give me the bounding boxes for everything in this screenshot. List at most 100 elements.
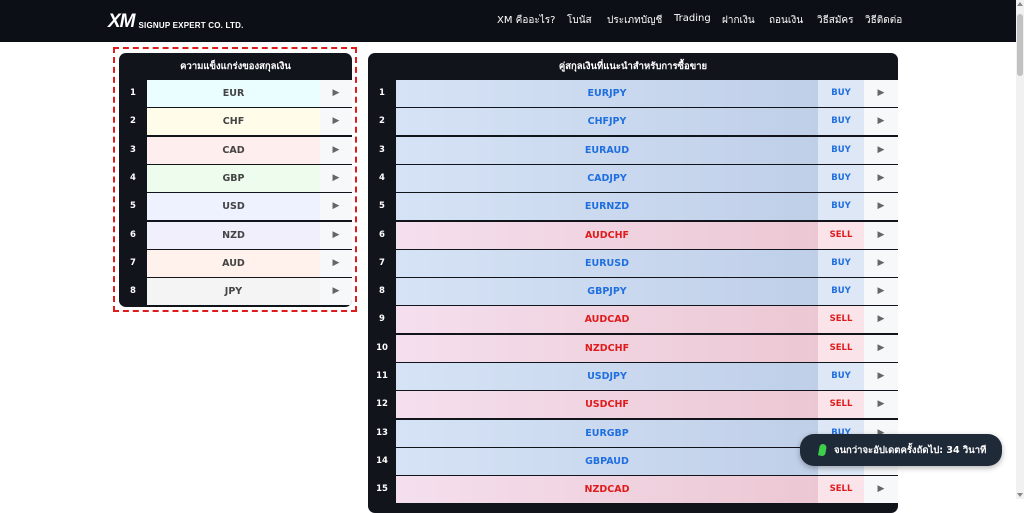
play-arrow-icon[interactable]: ▶ [864, 108, 898, 136]
currency-pair-row[interactable]: 4 CADJPY BUY ▶ [368, 164, 898, 192]
rank-number: 4 [368, 164, 396, 192]
currency-pair-row[interactable]: 8 GBPJPY BUY ▶ [368, 278, 898, 306]
currency-pair: CADJPY [396, 164, 818, 192]
play-arrow-icon[interactable]: ▶ [864, 221, 898, 249]
play-arrow-icon[interactable]: ▶ [864, 136, 898, 164]
play-arrow-icon[interactable]: ▶ [320, 136, 352, 164]
currency-code: JPY [147, 278, 320, 306]
play-arrow-icon[interactable]: ▶ [320, 108, 352, 136]
currency-code: EUR [147, 80, 320, 107]
play-arrow-icon[interactable]: ▶ [864, 193, 898, 221]
nav-item-how-to-register[interactable]: วิธีสมัคร [817, 13, 853, 28]
play-arrow-icon[interactable]: ▶ [864, 80, 898, 107]
play-arrow-icon[interactable]: ▶ [864, 164, 898, 192]
rank-number: 6 [368, 221, 396, 249]
rank-number: 2 [119, 108, 147, 136]
rank-number: 7 [119, 249, 147, 277]
rank-number: 10 [368, 334, 396, 362]
currency-pair: EURJPY [396, 80, 818, 107]
play-arrow-icon[interactable]: ▶ [864, 249, 898, 277]
currency-strength-row[interactable]: 6 NZD ▶ [119, 221, 352, 249]
rank-number: 5 [368, 193, 396, 221]
currency-code: USD [147, 193, 320, 221]
nav-item-contact[interactable]: วิธีติดต่อ [865, 13, 902, 28]
buy-badge: BUY [818, 363, 864, 390]
currency-pair-row[interactable]: 5 EURNZD BUY ▶ [368, 193, 898, 221]
recommended-pairs-title: คู่สกุลเงินที่แนะนำสำหรับการซื้อขาย [558, 61, 708, 72]
currency-pair-row[interactable]: 12 USDCHF SELL ▶ [368, 391, 898, 419]
scroll-down-icon[interactable] [1017, 493, 1023, 497]
top-navigation-bar: XM SIGNUP EXPERT CO. LTD. XM คืออะไร? โบ… [0, 0, 1016, 42]
rank-number: 8 [368, 278, 396, 306]
nav-item-what-is-xm[interactable]: XM คืออะไร? [497, 13, 555, 28]
nav-item-account-types[interactable]: ประเภทบัญชี [607, 13, 662, 28]
play-arrow-icon[interactable]: ▶ [864, 334, 898, 362]
rank-number: 15 [368, 476, 396, 504]
sell-badge: SELL [818, 391, 864, 419]
nav-item-deposit[interactable]: ฝากเงิน [722, 13, 755, 28]
currency-strength-row[interactable]: 4 GBP ▶ [119, 164, 352, 192]
currency-strength-row[interactable]: 8 JPY ▶ [119, 278, 352, 306]
currency-pair-row[interactable]: 1 EURJPY BUY ▶ [368, 80, 898, 107]
currency-pair-row[interactable]: 11 USDJPY BUY ▶ [368, 363, 898, 390]
currency-pair: EURNZD [396, 193, 818, 221]
currency-pair: GBPJPY [396, 278, 818, 306]
rank-number: 13 [368, 419, 396, 447]
buy-badge: BUY [818, 164, 864, 192]
sell-badge: SELL [818, 334, 864, 362]
main-nav: XM คืออะไร? โบนัส ประเภทบัญชี Trading ฝา… [0, 13, 1016, 29]
rank-number: 6 [119, 221, 147, 249]
currency-code: CHF [147, 108, 320, 136]
play-arrow-icon[interactable]: ▶ [320, 278, 352, 306]
buy-badge: BUY [818, 278, 864, 306]
play-arrow-icon[interactable]: ▶ [864, 306, 898, 334]
currency-pair-row[interactable]: 7 EURUSD BUY ▶ [368, 249, 898, 277]
page-scrollbar[interactable] [1016, 0, 1024, 499]
nav-item-trading[interactable]: Trading [674, 13, 711, 24]
nav-item-bonus[interactable]: โบนัส [567, 13, 592, 28]
currency-code: NZD [147, 221, 320, 249]
rank-number: 11 [368, 363, 396, 390]
buy-badge: BUY [818, 249, 864, 277]
play-arrow-icon[interactable]: ▶ [864, 391, 898, 419]
currency-strength-row[interactable]: 1 EUR ▶ [119, 80, 352, 107]
play-arrow-icon[interactable]: ▶ [320, 249, 352, 277]
rank-number: 3 [119, 136, 147, 164]
scroll-thumb[interactable] [1017, 14, 1023, 76]
play-arrow-icon[interactable]: ▶ [320, 193, 352, 221]
currency-strength-row[interactable]: 7 AUD ▶ [119, 249, 352, 277]
scroll-up-icon[interactable] [1017, 2, 1023, 6]
sell-badge: SELL [818, 476, 864, 504]
nav-item-withdraw[interactable]: ถอนเงิน [769, 13, 803, 28]
buy-badge: BUY [818, 136, 864, 164]
currency-strength-row[interactable]: 2 CHF ▶ [119, 108, 352, 136]
currency-pair: NZDCAD [396, 476, 818, 504]
currency-pair-row[interactable]: 2 CHFJPY BUY ▶ [368, 108, 898, 136]
currency-pair-row[interactable]: 15 NZDCAD SELL ▶ [368, 476, 898, 504]
currency-strength-row[interactable]: 3 CAD ▶ [119, 136, 352, 164]
play-arrow-icon[interactable]: ▶ [864, 363, 898, 390]
rank-number: 1 [119, 80, 147, 107]
currency-code: GBP [147, 164, 320, 192]
rank-number: 9 [368, 306, 396, 334]
rank-number: 1 [368, 80, 396, 107]
play-arrow-icon[interactable]: ▶ [864, 476, 898, 504]
currency-strength-row[interactable]: 5 USD ▶ [119, 193, 352, 221]
rank-number: 5 [119, 193, 147, 221]
buy-badge: BUY [818, 193, 864, 221]
currency-pair-row[interactable]: 9 AUDCAD SELL ▶ [368, 306, 898, 334]
countdown-text: จนกว่าจะอัปเดตครั้งถัดไป: 34 วินาที [834, 444, 987, 456]
currency-pair-row[interactable]: 10 NZDCHF SELL ▶ [368, 334, 898, 362]
sell-badge: SELL [818, 306, 864, 334]
currency-pair: USDCHF [396, 391, 818, 419]
sell-badge: SELL [818, 221, 864, 249]
rank-number: 14 [368, 447, 396, 475]
play-arrow-icon[interactable]: ▶ [320, 80, 352, 107]
currency-pair-row[interactable]: 3 EURAUD BUY ▶ [368, 136, 898, 164]
currency-pair: EURUSD [396, 249, 818, 277]
play-arrow-icon[interactable]: ▶ [320, 221, 352, 249]
currency-pair-row[interactable]: 6 AUDCHF SELL ▶ [368, 221, 898, 249]
play-arrow-icon[interactable]: ▶ [320, 164, 352, 192]
play-arrow-icon[interactable]: ▶ [864, 278, 898, 306]
rank-number: 3 [368, 136, 396, 164]
